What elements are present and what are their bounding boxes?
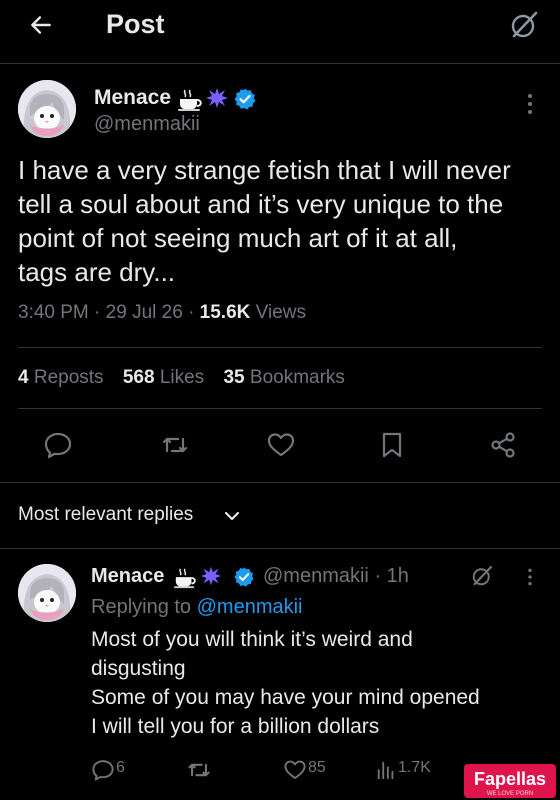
- hot-beverage-emoji: [174, 568, 196, 589]
- replies-sort-label[interactable]: Most relevant replies: [18, 504, 193, 526]
- reply-reply-count: 6: [116, 759, 125, 776]
- reply-author-handle[interactable]: @menmakii: [263, 565, 369, 587]
- views-label: Views: [255, 302, 306, 323]
- meta-separator: ·: [374, 565, 387, 587]
- reply-avatar[interactable]: [18, 564, 76, 622]
- post-time[interactable]: 3:40 PM: [18, 302, 89, 323]
- splat-emoji: [200, 566, 222, 586]
- reply-text: Most of you will think it’s weird and di…: [91, 625, 531, 741]
- reposts-count: 4: [18, 367, 29, 388]
- like-icon[interactable]: [283, 757, 307, 783]
- reposts-stat[interactable]: 4 Reposts: [18, 367, 104, 388]
- bookmarks-stat[interactable]: 35 Bookmarks: [223, 367, 344, 388]
- post-text-line: tags are dry...: [18, 257, 176, 287]
- more-options-icon[interactable]: [524, 92, 536, 116]
- like-icon[interactable]: [266, 430, 296, 460]
- post-text-line: I have a very strange fetish that I will…: [18, 155, 511, 185]
- replying-to-label: Replying to: [91, 596, 192, 618]
- hot-beverage-emoji: [178, 89, 202, 111]
- reposts-label: Reposts: [33, 367, 104, 388]
- watermark-logo: Fapellas WE LOVE PORN: [464, 764, 556, 798]
- post-date[interactable]: 29 Jul 26: [106, 302, 183, 323]
- likes-stat[interactable]: 568 Likes: [123, 367, 204, 388]
- stats-divider: [18, 408, 542, 409]
- avatar[interactable]: [18, 80, 76, 138]
- page-title: Post: [106, 9, 165, 39]
- reply-text-line: Most of you will think it’s weird and: [91, 628, 413, 651]
- reply-views-count: 1.7K: [398, 759, 431, 776]
- header-divider: [0, 63, 560, 64]
- share-icon[interactable]: [488, 430, 518, 460]
- splat-emoji: [206, 88, 228, 108]
- reply-text-line: disgusting: [91, 657, 186, 680]
- reply-author[interactable]: Menace: [91, 565, 164, 588]
- bookmarks-count: 35: [223, 367, 245, 388]
- arrow-left-icon[interactable]: [28, 12, 54, 38]
- post-text-line: point of not seeing much art of it at al…: [18, 223, 458, 253]
- bookmark-icon[interactable]: [377, 430, 407, 460]
- top-bar: Post: [0, 0, 560, 52]
- reply-like-count: 85: [308, 759, 326, 776]
- author-name[interactable]: Menace: [94, 86, 171, 110]
- chevron-down-icon[interactable]: [222, 506, 242, 526]
- meta-divider: [18, 347, 542, 348]
- repost-icon[interactable]: [160, 430, 190, 460]
- post-stats: 4 Reposts 568 Likes 35 Bookmarks: [18, 367, 359, 389]
- views-count: 15.6K: [199, 302, 251, 323]
- reply-text-line: I will tell you for a billion dollars: [91, 715, 380, 738]
- svg-text:WE LOVE PORN: WE LOVE PORN: [487, 791, 533, 797]
- grok-icon[interactable]: [508, 9, 540, 41]
- author-handle[interactable]: @menmakii: [94, 113, 200, 136]
- more-options-icon[interactable]: [525, 566, 535, 588]
- verified-badge-icon: [234, 567, 254, 587]
- grok-icon[interactable]: [470, 564, 494, 588]
- reply-icon[interactable]: [43, 430, 73, 460]
- views-icon[interactable]: [375, 757, 397, 783]
- reply-text-line: Some of you may have your mind opened: [91, 686, 480, 709]
- sort-divider: [0, 548, 560, 549]
- verified-badge-icon: [234, 88, 256, 110]
- svg-text:Fapellas: Fapellas: [474, 769, 546, 789]
- reply-author-name[interactable]: Menace: [91, 565, 164, 587]
- likes-count: 568: [122, 367, 155, 388]
- post-text-line: tell a soul about and it’s very unique t…: [18, 189, 504, 219]
- likes-label: Likes: [159, 367, 205, 388]
- post-text: I have a very strange fetish that I will…: [18, 153, 543, 289]
- actions-divider: [0, 482, 560, 483]
- post-meta: 3:40 PM · 29 Jul 26 · 15.6K Views: [18, 302, 306, 324]
- replying-to: Replying to @menmakii: [91, 596, 303, 619]
- bookmarks-label: Bookmarks: [249, 367, 345, 388]
- repost-icon[interactable]: [186, 757, 212, 783]
- meta-separator: ·: [188, 302, 200, 323]
- reply-icon[interactable]: [91, 757, 115, 783]
- meta-separator: ·: [94, 302, 106, 323]
- reply-time[interactable]: 1h: [387, 565, 409, 587]
- replying-to-mention[interactable]: @menmakii: [197, 596, 303, 618]
- reply-handle-line: @menmakii · 1h: [263, 565, 409, 588]
